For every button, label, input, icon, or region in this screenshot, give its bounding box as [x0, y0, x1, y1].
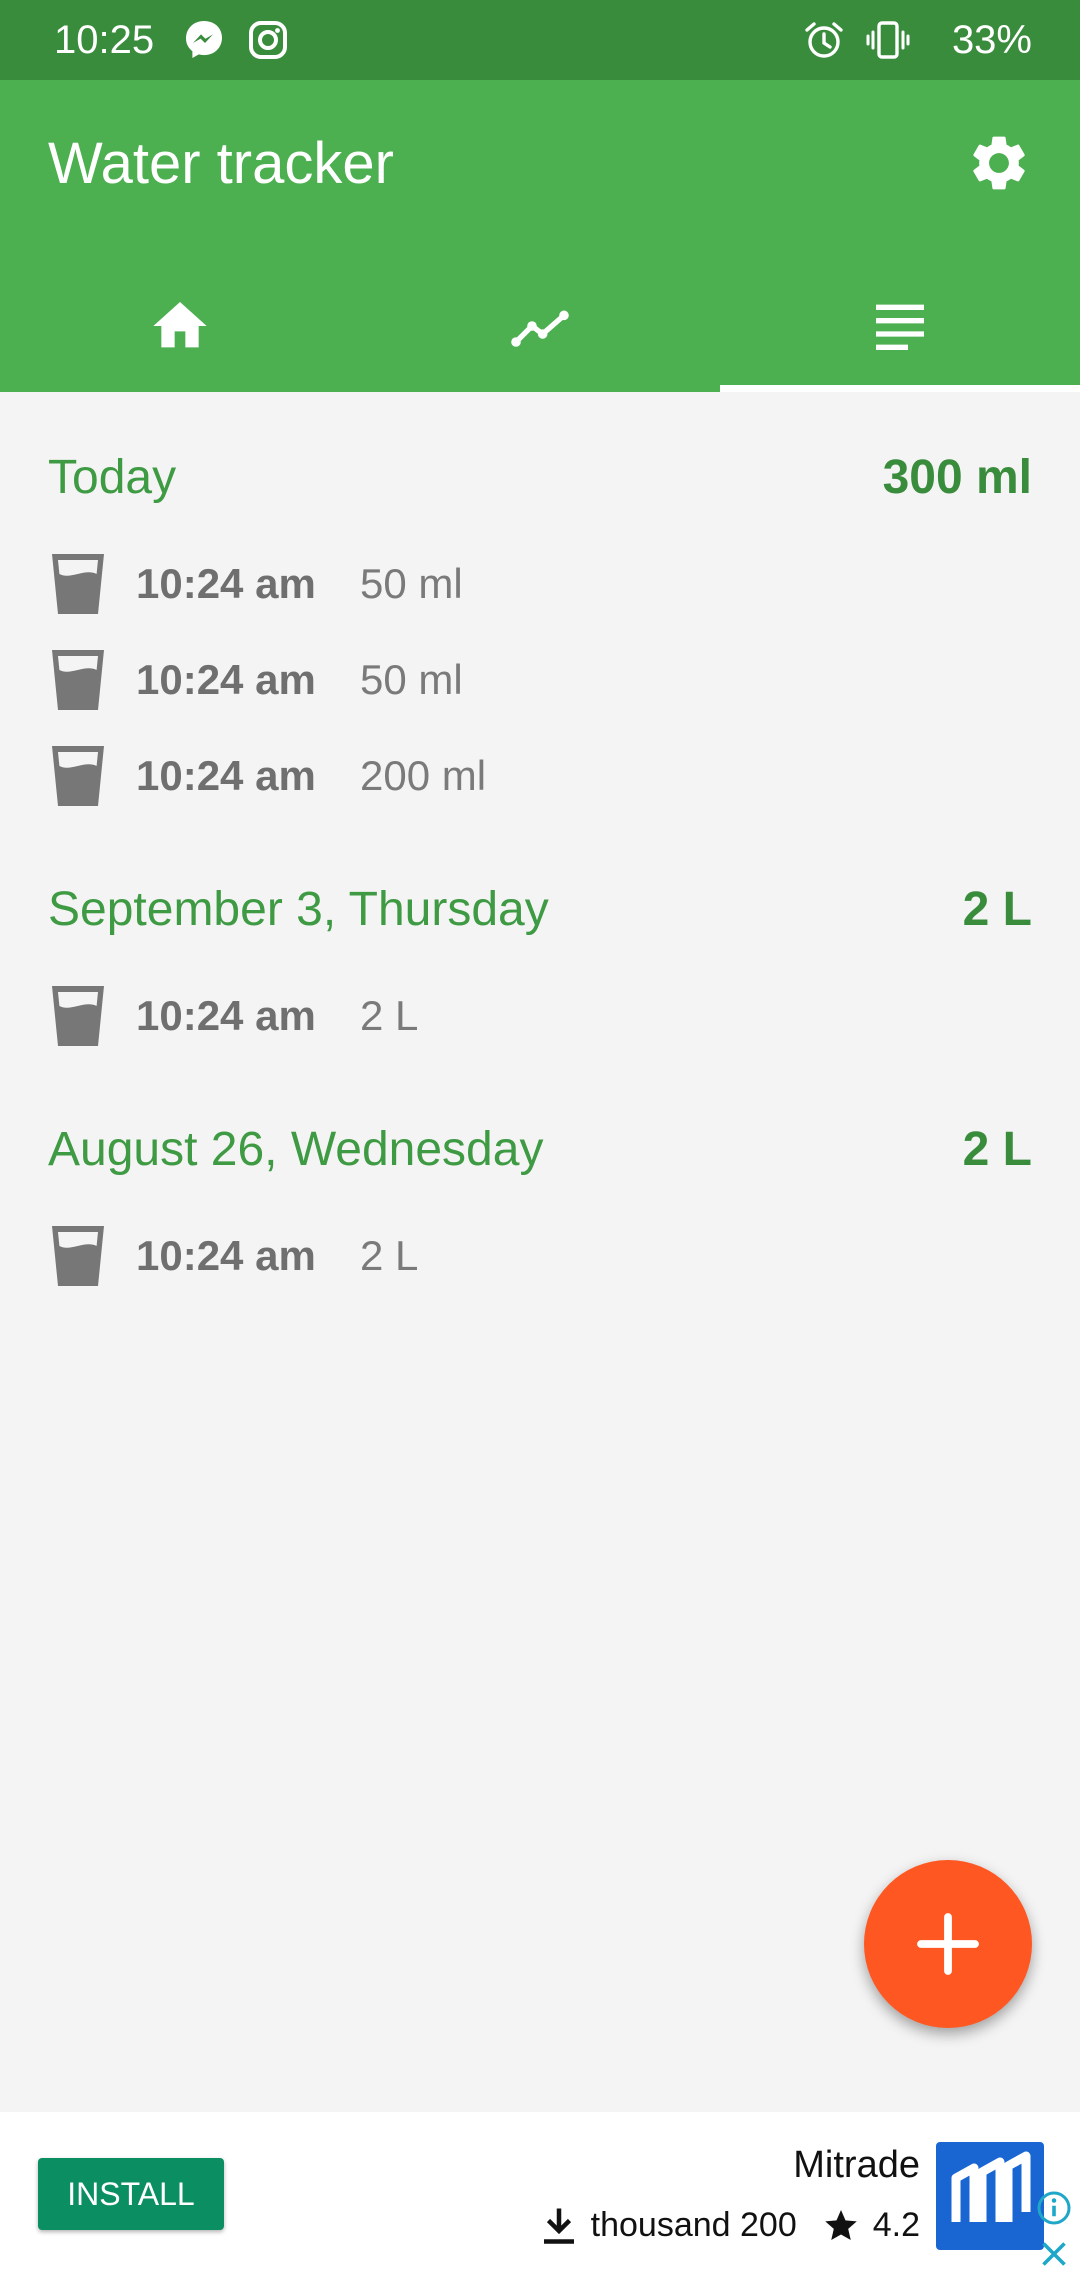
intake-entry[interactable]: 10:24 am 200 ml [48, 736, 748, 816]
ad-rating: 4.2 [872, 2205, 920, 2244]
day-total: 300 ml [882, 450, 1032, 504]
entry-time: 10:24 am [136, 560, 316, 607]
star-icon [824, 2210, 857, 2240]
entry-time: 10:24 am [136, 656, 316, 703]
list-icon [876, 304, 924, 350]
ad-app-logo[interactable] [936, 2142, 1044, 2250]
day-group-header: August 26, Wednesday 2 L [48, 1114, 1032, 1184]
entry-amount: 50 ml [360, 656, 463, 703]
glass-icon [52, 554, 104, 614]
day-date: Today [48, 450, 177, 504]
mitrade-logo-icon [951, 2151, 1031, 2222]
ad-install-button[interactable]: INSTALL [38, 2158, 224, 2230]
ad-banner: INSTALL Mitrade thousand 200 4.2 [0, 2112, 1080, 2280]
tab-statistics[interactable] [360, 260, 720, 392]
messenger-icon [186, 21, 222, 58]
download-icon [543, 2208, 574, 2244]
intake-entry[interactable]: 10:24 am 2 L [48, 1216, 748, 1296]
entry-time: 10:24 am [136, 1232, 316, 1279]
battery-level: 33% [951, 18, 1032, 62]
ad-info-icon[interactable] [1036, 2190, 1072, 2226]
entry-amount: 2 L [360, 992, 419, 1039]
vibrate-icon [866, 21, 910, 59]
day-group-header: September 3, Thursday 2 L [48, 874, 1032, 944]
day-total: 2 L [962, 882, 1032, 936]
entry-amount: 50 ml [360, 560, 463, 607]
tab-history[interactable] [720, 260, 1080, 392]
app-title: Water tracker [48, 131, 394, 196]
intake-entry[interactable]: 10:24 am 50 ml [48, 544, 748, 624]
line-chart-icon [511, 310, 569, 347]
tab-home[interactable] [0, 260, 360, 392]
tab-selected-indicator [720, 385, 1080, 392]
gear-icon[interactable] [966, 130, 1032, 196]
add-intake-button[interactable] [864, 1860, 1032, 2028]
ad-app-name[interactable]: Mitrade [793, 2144, 920, 2187]
entry-amount: 200 ml [360, 752, 487, 799]
glass-icon [52, 986, 104, 1046]
ad-meta: thousand 200 4.2 [541, 2202, 920, 2248]
intake-entry[interactable]: 10:24 am 50 ml [48, 640, 748, 720]
day-group-header: Today 300 ml [48, 442, 1032, 512]
entry-amount: 2 L [360, 1232, 419, 1279]
glass-icon [52, 1226, 104, 1286]
glass-icon [52, 650, 104, 710]
plus-icon [917, 1913, 979, 1975]
ad-downloads: thousand 200 [590, 2205, 797, 2244]
day-total: 2 L [962, 1122, 1032, 1176]
glass-icon [52, 746, 104, 806]
day-date: August 26, Wednesday [48, 1122, 544, 1176]
ad-close-icon[interactable] [1036, 2236, 1072, 2272]
entry-time: 10:24 am [136, 992, 316, 1039]
day-date: September 3, Thursday [48, 882, 549, 936]
instagram-icon [249, 21, 287, 59]
status-time: 10:25 [54, 18, 155, 62]
intake-entry[interactable]: 10:24 am 2 L [48, 976, 748, 1056]
alarm-icon [805, 22, 843, 58]
home-icon [153, 302, 207, 348]
entry-time: 10:24 am [136, 752, 316, 799]
status-bar: 10:25 33% [0, 0, 1080, 80]
app-bar: Water tracker [0, 80, 1080, 392]
